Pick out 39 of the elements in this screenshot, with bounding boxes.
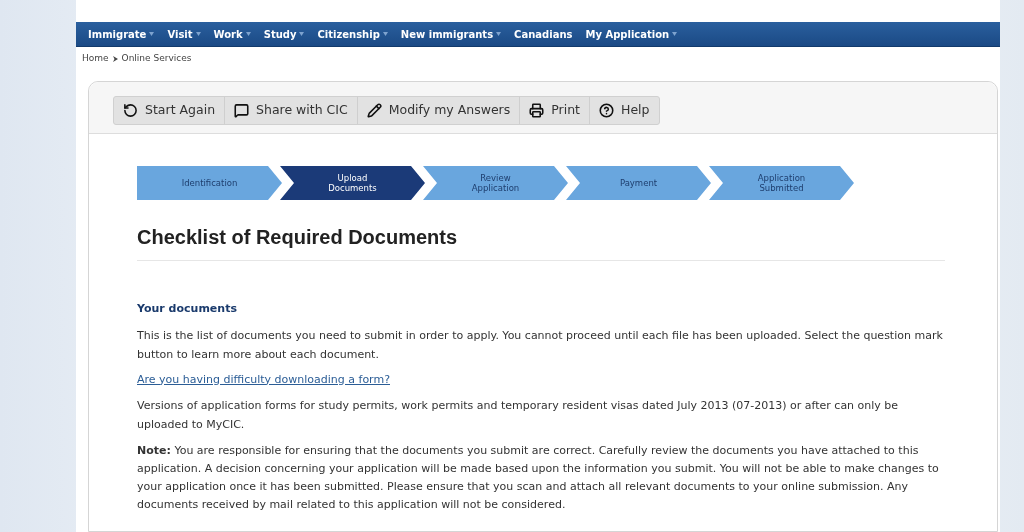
breadcrumb-link[interactable]: Online Services [121,52,192,66]
toolbar-button[interactable]: Modify my Answers [356,97,520,124]
caret-icon [195,32,201,36]
caret-icon [382,32,388,36]
section-title: Your documents [137,301,238,317]
progress-step: Upload Documents [280,166,425,200]
nav-menu-item[interactable]: Work [213,26,251,42]
intro-paragraph: This is the list of documents you need to submit in order to apply. You cannot proceed until each file has been uploaded. Select the question mark button to learn more about each document. [137,327,944,363]
caret-icon [245,32,251,36]
nav-menu-item[interactable]: New immigrants [400,26,502,42]
toolbar-button[interactable]: Start Again [114,97,225,124]
nav-menu-item[interactable]: Canadians [514,26,573,42]
note-paragraph: Note: You are responsible for ensuring that the documents you submit are correct. Carefully review the documents you have attached to this application. A decision concerning your application will be made based upon the information you submit. You will not be able to make changes to your application once it has been submitted. Please ensure that you scan and attach all relevant documents to your online submission. Any documents received by mail related to this application will not be considered. [137,443,940,513]
breadcrumb-separator-icon [112,56,118,62]
versions-paragraph: Versions of application forms for study permits, work permits and temporary resident visas dated July 2013 (07-2013) or after can only be uploaded to MyCIC. [137,398,900,433]
restart-icon [123,103,138,118]
progress-step: Payment [566,166,711,200]
caret-icon [672,32,678,36]
caret-icon [149,32,155,36]
progress-step: Identification [137,166,282,200]
progress-step: Application Submitted [709,166,854,200]
help-link[interactable]: Are you having difficulty downloading a form? [137,371,390,388]
caret-icon [299,32,305,36]
nav-menu-item[interactable]: Citizenship [317,26,388,42]
help-icon [599,103,614,118]
pencil-icon [366,103,382,118]
toolbar-button[interactable]: Help [589,97,659,124]
speech-bubble-icon [234,103,250,118]
breadcrumb-link[interactable]: Home [82,52,109,66]
nav-menu-item[interactable]: Study [263,26,305,42]
printer-icon [529,103,545,118]
nav-menu-item[interactable]: My Application [585,26,678,42]
progress-step: Review Application [423,166,568,200]
toolbar-button[interactable]: Share with CIC [224,97,357,124]
page-heading: Checklist of Required Documents [137,222,945,261]
nav-menu-item[interactable]: Immigrate [88,26,155,42]
toolbar-button[interactable]: Print [519,97,589,124]
nav-menu-item[interactable]: Visit [167,26,201,42]
caret-icon [496,32,502,36]
